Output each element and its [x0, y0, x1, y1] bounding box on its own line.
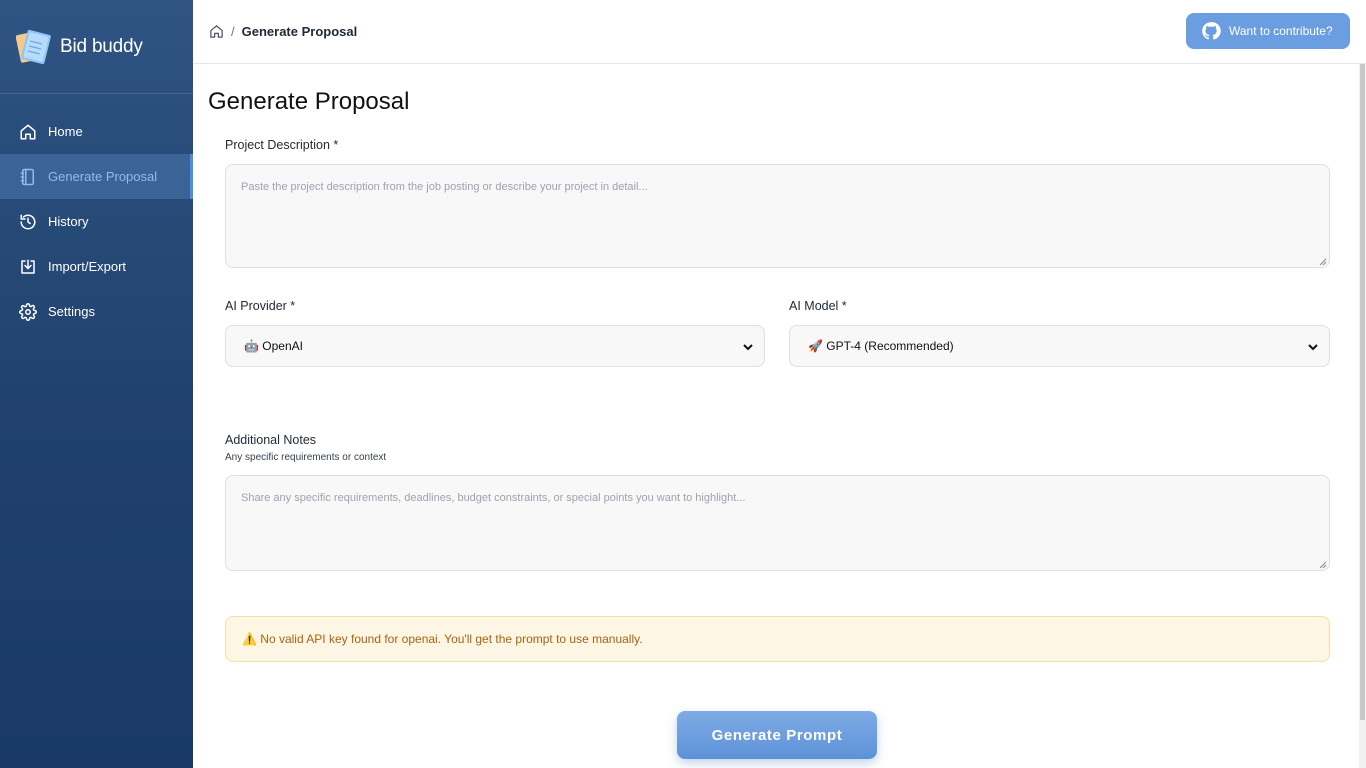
additional-notes-textarea[interactable]: Share any specific requirements, deadlin… — [225, 475, 1330, 571]
page-title: Generate Proposal — [208, 88, 410, 115]
scrollbar-thumb[interactable] — [1360, 64, 1365, 720]
sidebar-item-label: Home — [48, 124, 83, 139]
contribute-label: Want to contribute? — [1229, 24, 1333, 38]
project-description-textarea[interactable]: Paste the project description from the j… — [225, 164, 1330, 268]
project-description-placeholder: Paste the project description from the j… — [241, 181, 648, 193]
ai-provider-value: 🤖 OpenAI — [244, 339, 303, 353]
additional-notes-placeholder: Share any specific requirements, deadlin… — [241, 492, 746, 504]
api-key-warning: ⚠️ No valid API key found for openai. Yo… — [225, 616, 1330, 662]
brand[interactable]: Bid buddy — [0, 0, 193, 94]
sidebar: Bid buddy Home Generate Proposal History… — [0, 0, 193, 768]
breadcrumb-separator: / — [231, 24, 235, 39]
ai-provider-select[interactable]: 🤖 OpenAI — [225, 325, 765, 367]
chevron-down-icon — [1307, 341, 1319, 353]
chevron-down-icon — [742, 341, 754, 353]
breadcrumb-current: Generate Proposal — [241, 24, 358, 39]
main-content: Generate Proposal Project Description * … — [193, 64, 1359, 768]
ai-provider-label: AI Provider * — [225, 299, 296, 313]
sidebar-item-history[interactable]: History — [0, 199, 193, 244]
home-icon[interactable] — [209, 24, 224, 39]
ai-model-value: 🚀 GPT-4 (Recommended) — [808, 339, 954, 353]
project-description-label: Project Description * — [225, 138, 339, 152]
sidebar-item-label: History — [48, 214, 89, 229]
ai-model-label: AI Model * — [789, 299, 847, 313]
resize-handle-icon[interactable] — [1319, 560, 1327, 569]
ai-model-select[interactable]: 🚀 GPT-4 (Recommended) — [789, 325, 1330, 367]
sidebar-item-settings[interactable]: Settings — [0, 289, 193, 334]
sidebar-item-home[interactable]: Home — [0, 109, 193, 154]
sidebar-nav: Home Generate Proposal History Import/Ex… — [0, 109, 193, 334]
scrollbar[interactable] — [1359, 64, 1366, 768]
github-icon — [1201, 21, 1221, 41]
breadcrumb: / Generate Proposal — [193, 24, 357, 39]
sidebar-item-import-export[interactable]: Import/Export — [0, 244, 193, 289]
notebook-icon — [19, 168, 37, 186]
home-icon — [19, 123, 37, 141]
generate-prompt-button[interactable]: Generate Prompt — [677, 711, 877, 759]
app-name: Bid buddy — [60, 35, 143, 57]
notebook-logo-icon — [15, 27, 54, 67]
contribute-button[interactable]: Want to contribute? — [1186, 13, 1350, 49]
sidebar-item-label: Generate Proposal — [48, 169, 158, 184]
top-bar: / Generate Proposal Want to contribute? — [193, 0, 1366, 64]
history-icon — [19, 213, 37, 231]
sidebar-item-generate-proposal[interactable]: Generate Proposal — [0, 154, 193, 199]
sidebar-item-label: Settings — [48, 304, 95, 319]
additional-notes-label: Additional Notes — [225, 433, 317, 447]
warning-text: ⚠️ No valid API key found for openai. Yo… — [242, 632, 643, 646]
gear-icon — [19, 302, 37, 321]
sidebar-item-label: Import/Export — [48, 259, 127, 274]
additional-notes-hint: Any specific requirements or context — [225, 452, 387, 463]
import-export-icon — [19, 258, 37, 276]
resize-handle-icon[interactable] — [1319, 257, 1327, 266]
